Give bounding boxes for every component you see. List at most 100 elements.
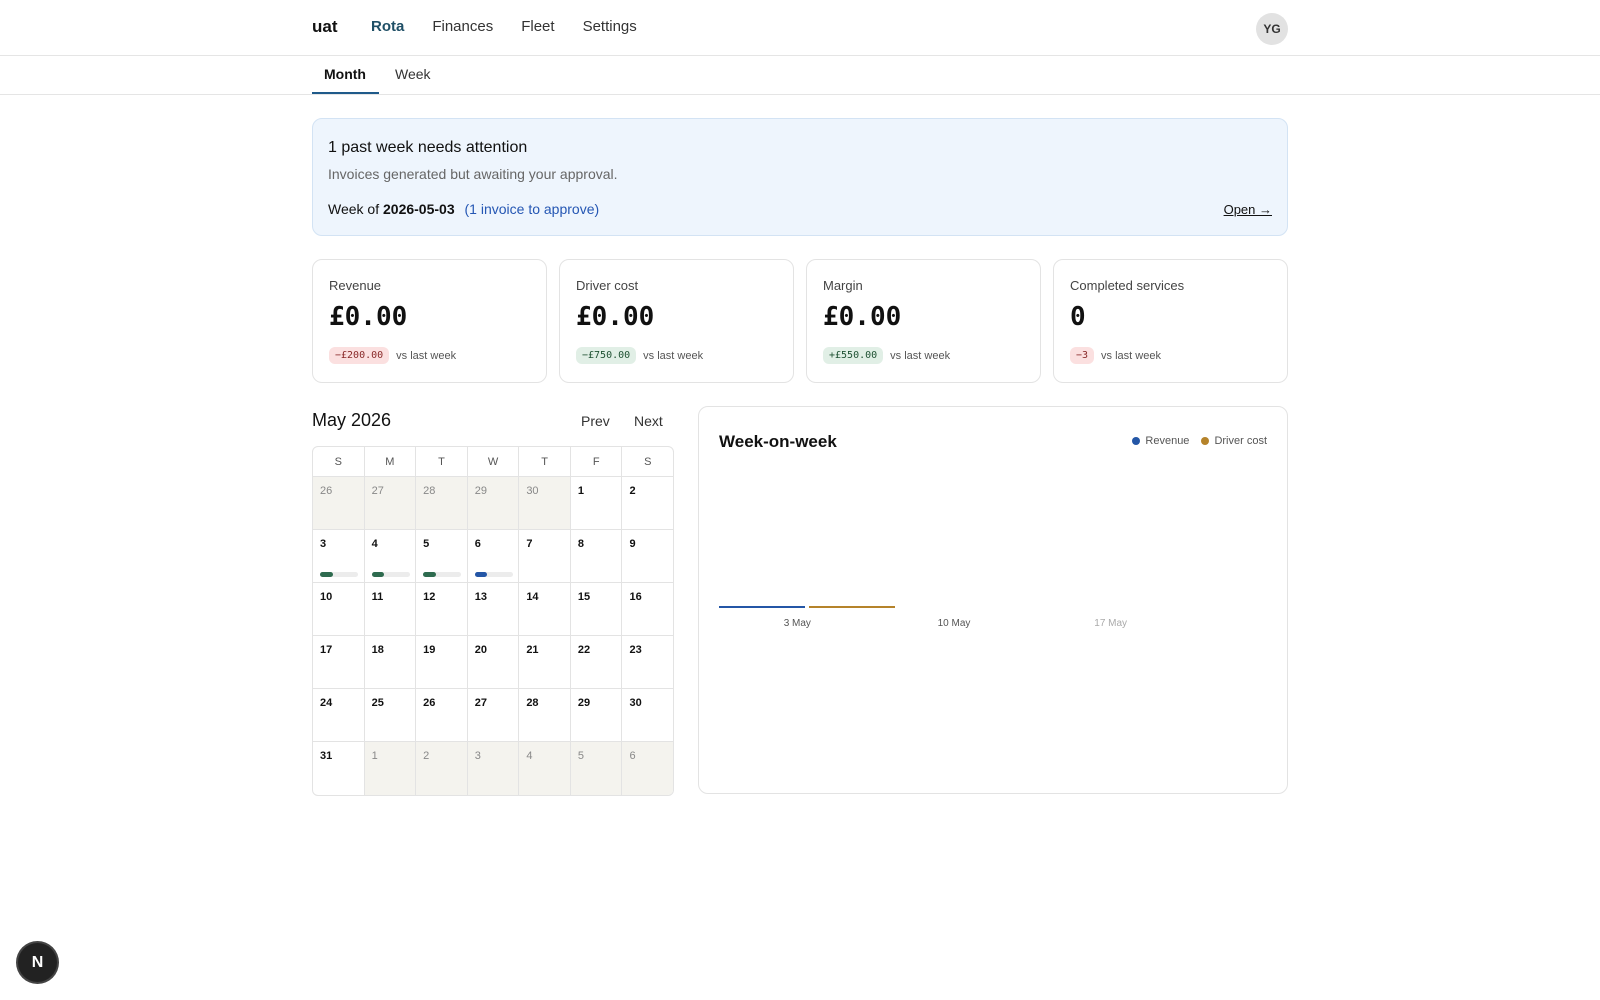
calendar-day-number: 5 — [423, 538, 430, 550]
calendar-day-cell[interactable]: 17 — [313, 636, 365, 688]
calendar-day-cell[interactable]: 19 — [416, 636, 468, 688]
calendar-day-number: 12 — [423, 591, 436, 603]
calendar-day-cell[interactable]: 21 — [519, 636, 571, 688]
stat-label: Driver cost — [576, 278, 639, 293]
calendar-day-cell[interactable]: 16 — [622, 583, 673, 635]
tab-week[interactable]: Week — [395, 66, 431, 82]
calendar-day-number: 3 — [474, 750, 481, 762]
calendar-day-cell[interactable]: 28 — [416, 477, 468, 529]
week-on-week-chart: Week-on-week Revenue Driver cost 3 May 10… — [698, 406, 1288, 794]
calendar-day-cell[interactable]: 4 — [365, 530, 417, 582]
calendar-day-cell[interactable]: 3 — [467, 742, 520, 795]
calendar-day-cell[interactable]: 31 — [313, 742, 365, 795]
stat-delta-badge: +£550.00 — [823, 347, 884, 364]
calendar-day-cell[interactable]: 5 — [570, 742, 623, 795]
calendar-day-cell[interactable]: 22 — [571, 636, 623, 688]
stat-delta-row: −£750.00 vs last week — [576, 347, 703, 364]
calendar-day-number: 6 — [474, 538, 481, 550]
calendar-day-cell[interactable]: 27 — [364, 477, 417, 529]
calendar-day-number: 15 — [577, 591, 591, 603]
calendar-day-cell[interactable]: 28 — [519, 689, 571, 741]
calendar-day-number: 4 — [526, 750, 533, 762]
calendar-day-cell[interactable]: 26 — [313, 477, 365, 529]
calendar-day-cell[interactable]: 15 — [571, 583, 623, 635]
stat-delta-badge: −£750.00 — [576, 347, 637, 364]
calendar-day-cell[interactable]: 2 — [416, 742, 468, 795]
stat-delta-suffix: vs last week — [396, 349, 457, 362]
calendar-day-cell[interactable]: 14 — [519, 583, 571, 635]
calendar-day-cell[interactable]: 30 — [622, 689, 673, 741]
calendar-day-cell[interactable]: 30 — [519, 477, 571, 529]
calendar-day-cell[interactable]: 5 — [416, 530, 468, 582]
calendar-day-number: 27 — [474, 697, 487, 709]
stat-delta-badge: −£200.00 — [329, 347, 390, 364]
month-calendar: SMTWTFS 26 27 28 29 30 1 2 3 4 5 6 7 8 9 10 11 12 13 14 15 1… — [312, 446, 674, 796]
alert-week-line: Week of 2026-05-03 (1 invoice to approve… — [328, 201, 599, 217]
weekday-label: T — [416, 447, 468, 476]
calendar-day-cell[interactable]: 6 — [622, 742, 673, 795]
stat-delta-badge: −3 — [1070, 347, 1095, 364]
day-progress-bar — [423, 572, 462, 577]
nav-item-finances[interactable]: Finances — [432, 18, 493, 35]
stat-card-driver-cost: Driver cost £0.00 −£750.00 vs last week — [559, 259, 794, 383]
calendar-day-cell[interactable]: 2 — [622, 477, 673, 529]
tab-month[interactable]: Month — [324, 66, 366, 82]
stat-label: Margin — [823, 278, 863, 293]
stat-delta-row: −£200.00 vs last week — [329, 347, 456, 364]
calendar-day-number: 13 — [474, 591, 487, 603]
calendar-day-cell[interactable]: 18 — [365, 636, 417, 688]
calendar-day-cell[interactable]: 7 — [519, 530, 571, 582]
nav-item-fleet[interactable]: Fleet — [521, 18, 554, 35]
stat-delta-suffix: vs last week — [890, 349, 951, 362]
user-avatar[interactable]: YG — [1256, 13, 1288, 45]
calendar-day-number: 22 — [577, 644, 591, 656]
calendar-day-cell[interactable]: 24 — [313, 689, 365, 741]
calendar-day-cell[interactable]: 1 — [571, 477, 623, 529]
calendar-day-number: 5 — [577, 750, 585, 762]
calendar-prev-button[interactable]: Prev — [581, 413, 610, 429]
calendar-day-cell[interactable]: 10 — [313, 583, 365, 635]
calendar-day-cell[interactable]: 8 — [571, 530, 623, 582]
calendar-next-button[interactable]: Next — [634, 413, 663, 429]
stat-card-revenue: Revenue £0.00 −£200.00 vs last week — [312, 259, 547, 383]
calendar-day-cell[interactable]: 4 — [519, 742, 571, 795]
calendar-week-row: 17 18 19 20 21 22 23 — [313, 636, 673, 689]
invoice-approve-link[interactable]: (1 invoice to approve) — [465, 201, 600, 217]
chart-bar-driver-cost — [809, 606, 895, 608]
calendar-day-cell[interactable]: 1 — [364, 742, 417, 795]
calendar-day-number: 27 — [371, 485, 384, 497]
alert-week-date: 2026-05-03 — [383, 201, 455, 217]
calendar-weekday-header: SMTWTFS — [313, 447, 673, 477]
calendar-day-cell[interactable]: 29 — [571, 689, 623, 741]
open-week-link[interactable]: Open → — [1224, 202, 1272, 217]
calendar-day-number: 28 — [423, 485, 436, 497]
nav-item-settings[interactable]: Settings — [583, 18, 637, 35]
calendar-day-cell[interactable]: 29 — [467, 477, 520, 529]
stat-delta-row: +£550.00 vs last week — [823, 347, 950, 364]
calendar-day-cell[interactable]: 25 — [365, 689, 417, 741]
weekday-label: T — [519, 447, 571, 476]
calendar-day-number: 8 — [577, 538, 585, 550]
calendar-day-cell[interactable]: 3 — [313, 530, 365, 582]
calendar-day-cell[interactable]: 20 — [468, 636, 520, 688]
calendar-day-cell[interactable]: 9 — [622, 530, 673, 582]
calendar-day-number: 1 — [371, 750, 378, 762]
nav-item-rota[interactable]: Rota — [371, 18, 404, 35]
brand-logo[interactable]: uat — [312, 17, 338, 37]
stat-card-completed-services: Completed services 0 −3 vs last week — [1053, 259, 1288, 383]
calendar-day-number: 6 — [629, 750, 636, 762]
weekday-label: S — [313, 447, 365, 476]
calendar-day-cell[interactable]: 12 — [416, 583, 468, 635]
calendar-month-title: May 2026 — [312, 410, 392, 430]
calendar-day-cell[interactable]: 13 — [468, 583, 520, 635]
framework-badge[interactable]: N — [18, 943, 57, 982]
calendar-day-cell[interactable]: 6 — [468, 530, 520, 582]
calendar-day-number: 26 — [423, 697, 436, 709]
calendar-day-cell[interactable]: 23 — [622, 636, 673, 688]
calendar-day-cell[interactable]: 11 — [365, 583, 417, 635]
calendar-day-cell[interactable]: 26 — [416, 689, 468, 741]
calendar-day-number: 14 — [526, 591, 539, 603]
calendar-day-number: 20 — [474, 644, 487, 656]
day-progress-fill — [320, 572, 333, 577]
calendar-day-cell[interactable]: 27 — [468, 689, 520, 741]
